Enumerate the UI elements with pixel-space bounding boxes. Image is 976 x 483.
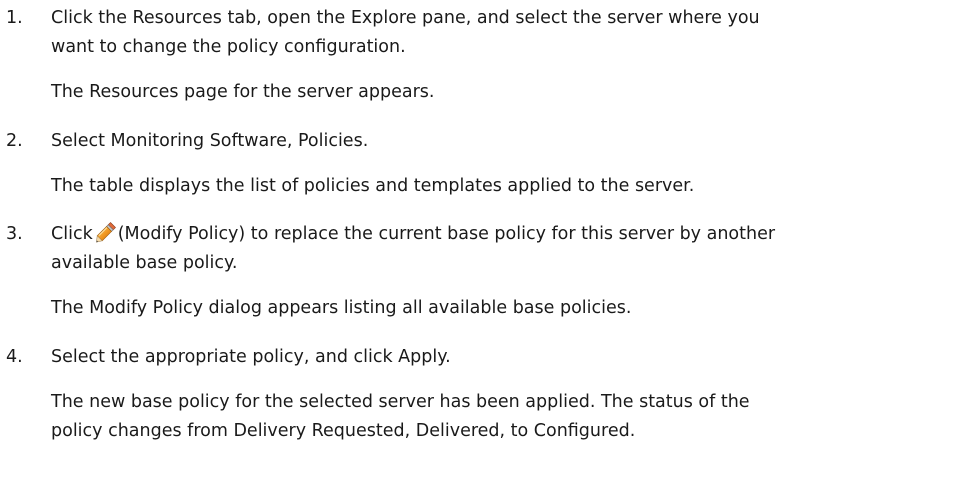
step-number: 1. <box>6 8 23 28</box>
step-number: 2. <box>6 131 23 151</box>
step-result-line: The new base policy for the selected ser… <box>51 392 750 412</box>
step-result: The Resources page for the server appear… <box>51 82 435 102</box>
step-instruction-line: Click the Resources tab, open the Explor… <box>51 8 760 28</box>
step-instruction-line: Click (Modify Policy) to replace the cur… <box>51 220 941 249</box>
step-instruction-line: want to change the policy configuration. <box>51 37 406 57</box>
step-result-line: policy changes from Delivery Requested, … <box>51 421 636 441</box>
step-instruction-line: available base policy. <box>51 253 238 273</box>
step-instruction-line: Select the appropriate policy, and click… <box>51 347 451 367</box>
step-number: 3. <box>6 224 23 244</box>
step-number: 4. <box>6 347 23 367</box>
step-result: The table displays the list of policies … <box>51 176 695 196</box>
procedure-document: 1. Click the Resources tab, open the Exp… <box>0 0 976 483</box>
instruction-suffix: (Modify Policy) to replace the current b… <box>117 224 776 244</box>
instruction-prefix: Click <box>51 224 93 244</box>
pencil-edit-icon <box>95 222 116 243</box>
step-instruction-line: Select Monitoring Software, Policies. <box>51 131 369 151</box>
step-result: The Modify Policy dialog appears listing… <box>51 298 632 318</box>
